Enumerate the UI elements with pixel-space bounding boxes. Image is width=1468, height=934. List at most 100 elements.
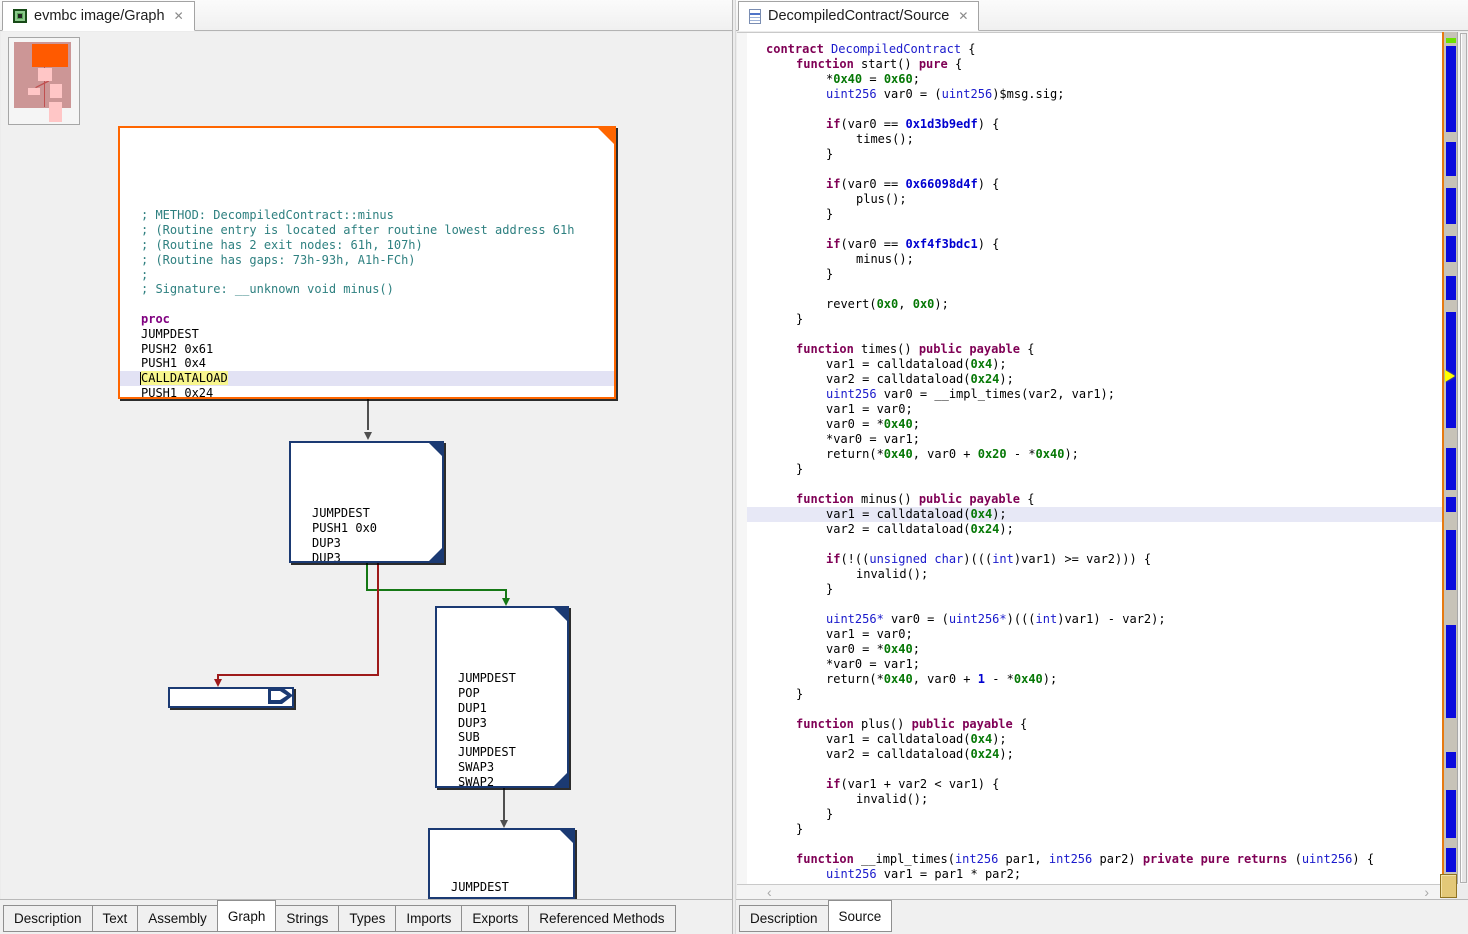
node-line[interactable]: PUSH1 0x4 xyxy=(120,356,614,371)
code-line[interactable]: if(var1 + var2 < var1) { xyxy=(737,777,1442,792)
code-line[interactable]: } xyxy=(737,822,1442,837)
left-view-tab-exports[interactable]: Exports xyxy=(461,905,529,932)
node-line[interactable]: SWAP2 xyxy=(437,775,567,788)
code-line[interactable]: contract DecompiledContract { xyxy=(737,42,1442,57)
ruler-annotation-mark[interactable] xyxy=(1446,188,1456,224)
code-line[interactable]: var2 = calldataload(0x24); xyxy=(737,747,1442,762)
code-line[interactable] xyxy=(737,327,1442,342)
node-line[interactable]: ; (Routine has gaps: 73h-93h, A1h-FCh) xyxy=(120,253,614,268)
tab-evmbc-graph[interactable]: evmbc image/Graph ✕ xyxy=(2,1,195,31)
right-view-tab-source[interactable]: Source xyxy=(828,900,893,932)
source-editor[interactable]: contract DecompiledContract {function st… xyxy=(737,32,1442,884)
code-line[interactable] xyxy=(737,477,1442,492)
code-line[interactable]: function __impl_times(int256 par1, int25… xyxy=(737,852,1442,867)
code-line-current[interactable]: var1 = calldataload(0x4); xyxy=(737,507,1442,522)
graph-node-body[interactable]: JUMPDESTPOPDUP1DUP3SUBJUMPDESTSWAP3SWAP2… xyxy=(435,606,569,788)
ruler-annotation-mark[interactable] xyxy=(1446,38,1456,43)
code-line[interactable]: var0 = *0x40; xyxy=(737,417,1442,432)
ruler-annotation-mark[interactable] xyxy=(1446,448,1456,490)
node-line[interactable]: POP xyxy=(437,686,567,701)
left-view-tab-imports[interactable]: Imports xyxy=(395,905,462,932)
code-line[interactable]: } xyxy=(737,207,1442,222)
code-line[interactable] xyxy=(737,537,1442,552)
code-line[interactable]: function minus() public payable { xyxy=(737,492,1442,507)
code-line[interactable]: times(); xyxy=(737,132,1442,147)
node-line[interactable]: ; (Routine has 2 exit nodes: 61h, 107h) xyxy=(120,238,614,253)
close-icon[interactable]: ✕ xyxy=(174,9,184,23)
graph-node-invalid[interactable]: INVALID xyxy=(168,687,294,708)
code-line[interactable]: invalid(); xyxy=(737,792,1442,807)
ruler-annotation-mark[interactable] xyxy=(1446,46,1456,132)
left-view-tab-graph[interactable]: Graph xyxy=(217,900,277,932)
code-line[interactable]: } xyxy=(737,312,1442,327)
ruler-annotation-mark[interactable] xyxy=(1446,530,1456,590)
tab-decompiled-source[interactable]: DecompiledContract/Source ✕ xyxy=(738,1,979,31)
code-line[interactable]: uint256 var1 = par1 * par2; xyxy=(737,867,1442,882)
code-line[interactable]: uint256 var0 = (uint256)$msg.sig; xyxy=(737,87,1442,102)
node-line[interactable]: JUMPDEST xyxy=(120,327,614,342)
node-line[interactable]: ; (Routine entry is located after routin… xyxy=(120,223,614,238)
code-line[interactable] xyxy=(737,222,1442,237)
code-line[interactable]: uint256* var0 = (uint256*)(((int)var1) -… xyxy=(737,612,1442,627)
code-line[interactable]: function plus() public payable { xyxy=(737,717,1442,732)
code-line[interactable] xyxy=(737,102,1442,117)
ruler-annotation-mark[interactable] xyxy=(1446,752,1456,768)
node-line[interactable]: DUP3 xyxy=(291,551,442,563)
code-line[interactable]: var2 = calldataload(0x24); xyxy=(737,522,1442,537)
code-line[interactable]: } xyxy=(737,462,1442,477)
ruler-annotation-mark[interactable] xyxy=(1446,790,1456,838)
node-line[interactable]: SUB xyxy=(437,730,567,745)
node-line[interactable]: proc xyxy=(120,312,614,327)
scroll-right-icon[interactable]: › xyxy=(1424,884,1429,900)
right-view-tab-description[interactable]: Description xyxy=(739,905,829,932)
code-line[interactable] xyxy=(737,702,1442,717)
scroll-left-icon[interactable]: ‹ xyxy=(767,884,772,900)
code-line[interactable]: var1 = calldataload(0x4); xyxy=(737,732,1442,747)
code-line[interactable]: var0 = *0x40; xyxy=(737,642,1442,657)
left-view-tab-assembly[interactable]: Assembly xyxy=(137,905,218,932)
code-line[interactable]: var2 = calldataload(0x24); xyxy=(737,372,1442,387)
ruler-annotation-mark[interactable] xyxy=(1446,142,1456,176)
node-line[interactable]: JUMPDEST xyxy=(430,880,573,895)
ruler-position-arrow-icon[interactable] xyxy=(1445,370,1455,382)
code-line[interactable]: plus(); xyxy=(737,192,1442,207)
code-line[interactable]: if(!((unsigned char)(((int)var1) >= var2… xyxy=(737,552,1442,567)
code-line[interactable]: *0x40 = 0x60; xyxy=(737,72,1442,87)
node-line[interactable]: ; METHOD: DecompiledContract::minus xyxy=(120,208,614,223)
overview-ruler[interactable] xyxy=(1442,32,1457,884)
code-line[interactable]: *var0 = var1; xyxy=(737,432,1442,447)
code-line[interactable]: function start() pure { xyxy=(737,57,1442,72)
vertical-scrollbar[interactable] xyxy=(1457,32,1468,884)
code-line[interactable] xyxy=(737,837,1442,852)
left-view-tab-types[interactable]: Types xyxy=(338,905,396,932)
code-line[interactable] xyxy=(737,282,1442,297)
left-view-tab-description[interactable]: Description xyxy=(3,905,93,932)
graph-canvas[interactable]: ; METHOD: DecompiledContract::minus; (Ro… xyxy=(1,32,732,899)
graph-minimap[interactable] xyxy=(8,37,80,125)
code-line[interactable]: var1 = var0; xyxy=(737,402,1442,417)
node-line[interactable]: JUMPDEST xyxy=(437,671,567,686)
code-line[interactable]: } xyxy=(737,582,1442,597)
code-line[interactable] xyxy=(737,597,1442,612)
code-line[interactable]: minus(); xyxy=(737,252,1442,267)
node-line[interactable]: SWAP3 xyxy=(437,760,567,775)
node-line[interactable]: ; Signature: __unknown void minus() xyxy=(120,282,614,297)
code-line[interactable]: if(var0 == 0x66098d4f) { xyxy=(737,177,1442,192)
code-line[interactable]: revert(0x0, 0x0); xyxy=(737,297,1442,312)
code-line[interactable]: } xyxy=(737,807,1442,822)
code-line[interactable] xyxy=(737,162,1442,177)
node-line[interactable]: DUP1 xyxy=(437,701,567,716)
ruler-annotation-mark[interactable] xyxy=(1446,848,1456,872)
node-line[interactable]: JUMPDEST xyxy=(291,506,442,521)
ruler-annotation-mark[interactable] xyxy=(1446,497,1456,512)
code-line[interactable]: var1 = calldataload(0x4); xyxy=(737,357,1442,372)
horizontal-scrollbar[interactable]: ‹ › xyxy=(737,884,1441,899)
node-line[interactable]: PUSH1 0x0 xyxy=(291,521,442,536)
node-line[interactable]: DUP3 xyxy=(437,716,567,731)
node-line[interactable]: ; xyxy=(120,268,614,283)
node-line[interactable]: JUMPDEST xyxy=(437,745,567,760)
left-view-tab-referenced-methods[interactable]: Referenced Methods xyxy=(528,905,675,932)
close-icon[interactable]: ✕ xyxy=(958,9,968,23)
node-line[interactable]: PUSH2 0x61 xyxy=(120,342,614,357)
node-line[interactable]: CALLDATALOAD xyxy=(120,371,614,386)
